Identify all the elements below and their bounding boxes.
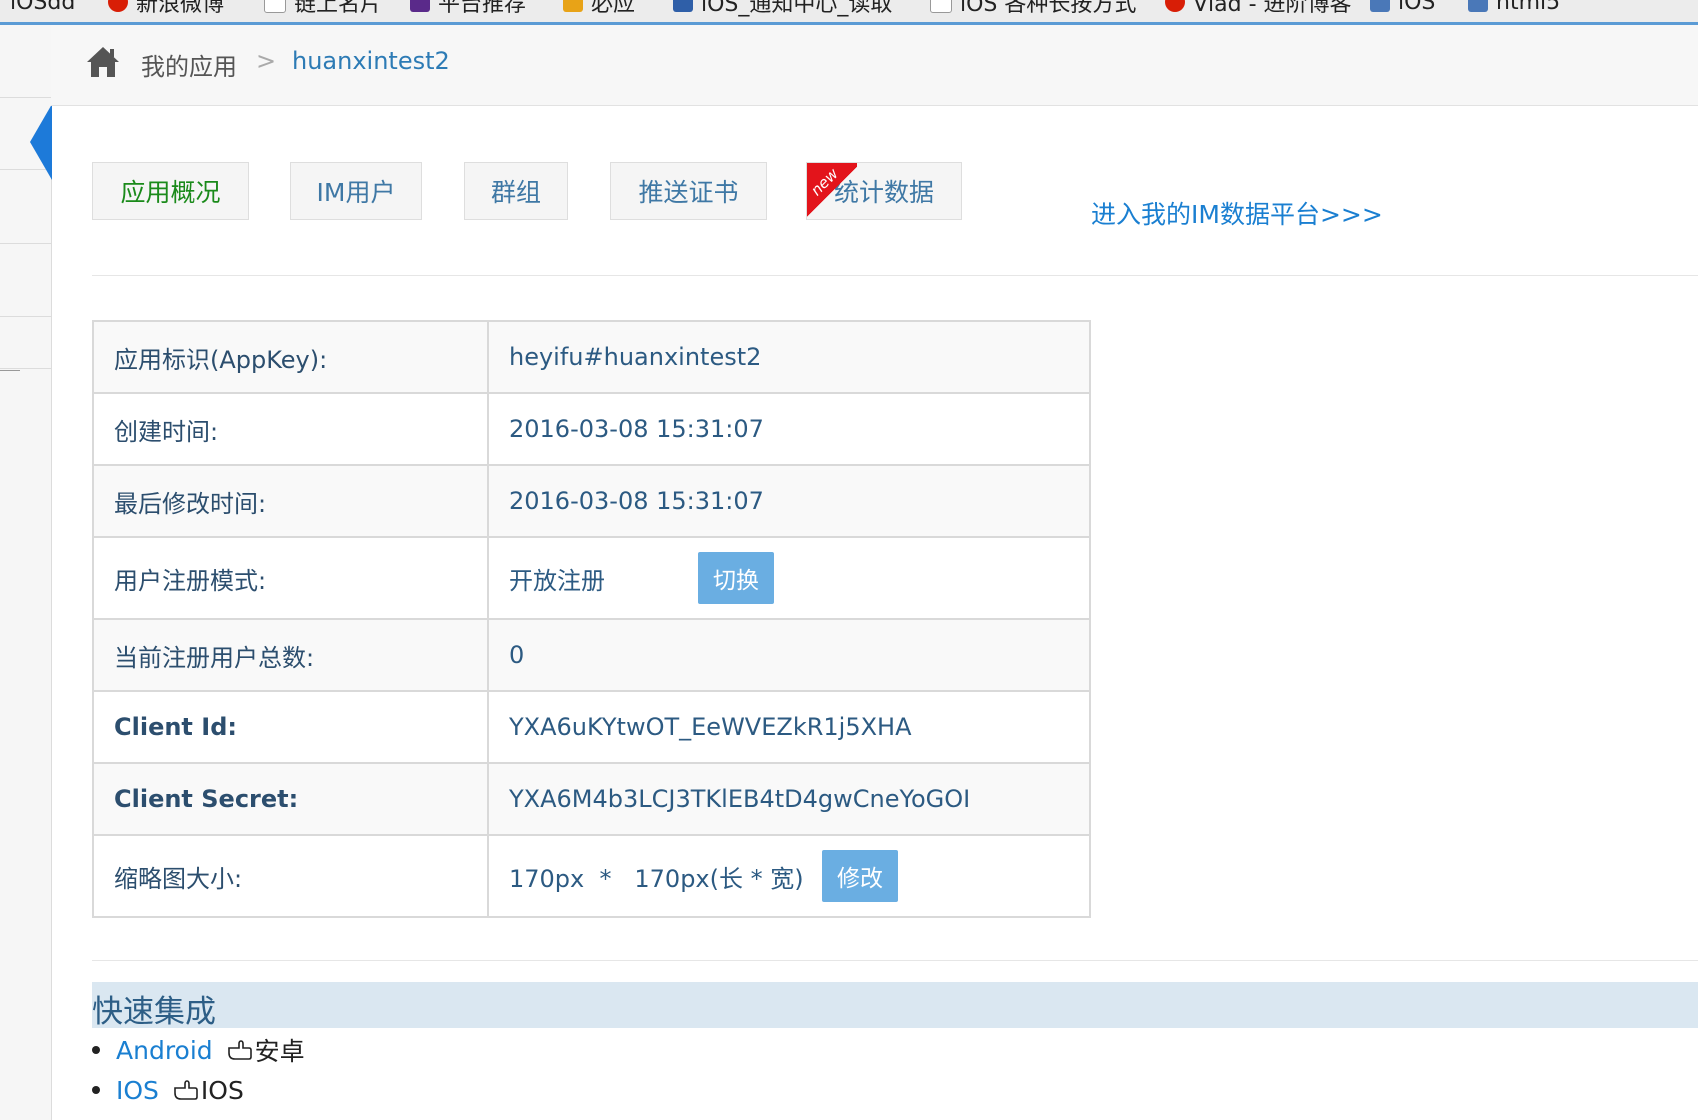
sidebar-active-indicator-icon xyxy=(30,104,52,180)
breadcrumb-my-apps[interactable]: 我的应用 xyxy=(141,47,237,82)
android-note: 安卓 xyxy=(254,1037,305,1066)
im-data-platform-link[interactable]: 进入我的IM数据平台>>> xyxy=(1091,195,1383,231)
bing-icon xyxy=(563,0,583,12)
tab-statistics[interactable]: new 统计数据 xyxy=(806,162,962,221)
client-id-value: YXA6uKYtwOT_EeWVEZkR1j5XHA xyxy=(487,690,1091,764)
table-row: 应用标识(AppKey): heyifu#huanxintest2 xyxy=(92,320,1091,394)
modified-time-label: 最后修改时间: xyxy=(92,464,489,538)
home-icon[interactable] xyxy=(85,45,121,79)
page-icon xyxy=(264,0,286,13)
list-item: IOS IOS xyxy=(92,1074,244,1106)
new-badge: new xyxy=(807,163,857,221)
tab-groups[interactable]: 群组 xyxy=(464,162,568,220)
bookmark[interactable]: Vlad - 进阶博客 xyxy=(1165,0,1352,17)
client-secret-value: YXA6M4b3LCJ3TKlEB4tD4gwCneYoGOI xyxy=(487,762,1091,836)
bookmark[interactable]: iOSdd xyxy=(10,0,75,15)
appkey-label: 应用标识(AppKey): xyxy=(92,320,489,394)
pointing-hand-icon xyxy=(174,1080,198,1100)
modify-button[interactable]: 修改 xyxy=(822,850,898,902)
registration-mode-label: 用户注册模式: xyxy=(92,536,489,620)
breadcrumb-current-app[interactable]: huanxintest2 xyxy=(292,47,450,75)
tab-overview[interactable]: 应用概况 xyxy=(92,162,249,220)
breadcrumb: 我的应用 > huanxintest2 xyxy=(51,25,1698,106)
doc-icon xyxy=(673,0,693,12)
folder-icon xyxy=(1370,0,1390,12)
sidebar-divider xyxy=(0,97,51,98)
table-row: 缩略图大小: 170px * 170px(长 * 宽) 修改 xyxy=(92,834,1091,918)
section-divider xyxy=(92,960,1698,961)
bullet-icon xyxy=(92,1086,100,1094)
bookmarks-bar: iOSdd 新浪微博 链上名片 平台推荐 必应 iOS_通知中心_读取 iOS … xyxy=(0,0,1698,25)
table-row: 最后修改时间: 2016-03-08 15:31:07 xyxy=(92,464,1091,538)
created-time-label: 创建时间: xyxy=(92,392,489,466)
tab-im-users[interactable]: IM用户 xyxy=(290,162,422,220)
table-row: Client Id: YXA6uKYtwOT_EeWVEZkR1j5XHA xyxy=(92,690,1091,764)
user-count-label: 当前注册用户总数: xyxy=(92,618,489,692)
client-secret-label: Client Secret: xyxy=(92,762,489,836)
table-row: 当前注册用户总数: 0 xyxy=(92,618,1091,692)
bullet-icon xyxy=(92,1046,100,1054)
blog-icon xyxy=(1165,0,1185,12)
registration-mode-value: 开放注册 xyxy=(509,566,605,595)
bookmark[interactable]: iOS_通知中心_读取 xyxy=(673,0,892,17)
sidebar-divider xyxy=(0,316,51,317)
registration-mode-cell: 开放注册 切换 xyxy=(487,536,1091,620)
table-row: 用户注册模式: 开放注册 切换 xyxy=(92,536,1091,620)
bookmark[interactable]: 新浪微博 xyxy=(108,0,224,17)
android-link[interactable]: Android xyxy=(116,1036,213,1065)
bookmark[interactable]: iOS 各种长按方式 xyxy=(930,0,1136,17)
ios-note: IOS xyxy=(200,1075,244,1105)
switch-button[interactable]: 切换 xyxy=(698,552,774,604)
thumbnail-size-cell: 170px * 170px(长 * 宽) 修改 xyxy=(487,834,1091,918)
bookmark[interactable]: 必应 xyxy=(563,0,635,17)
app-info-table: 应用标识(AppKey): heyifu#huanxintest2 创建时间: … xyxy=(92,320,1091,918)
sidebar-divider xyxy=(0,243,51,244)
folder-icon xyxy=(1468,0,1488,12)
sidebar-divider xyxy=(0,368,51,369)
weibo-icon xyxy=(108,0,128,12)
bookmark[interactable]: 平台推荐 xyxy=(410,0,526,17)
bookmark[interactable]: iOS xyxy=(1370,0,1435,15)
ios-link[interactable]: IOS xyxy=(116,1076,159,1105)
modified-time-value: 2016-03-08 15:31:07 xyxy=(487,464,1091,538)
appkey-value: heyifu#huanxintest2 xyxy=(487,320,1091,394)
client-id-label: Client Id: xyxy=(92,690,489,764)
thumbnail-size-value: 170px * 170px(长 * 宽) xyxy=(509,864,804,893)
quick-integration-header: 快速集成 xyxy=(92,982,1698,1030)
section-divider xyxy=(92,275,1698,276)
created-time-value: 2016-03-08 15:31:07 xyxy=(487,392,1091,466)
list-item: Android 安卓 xyxy=(92,1034,305,1066)
yahoo-icon xyxy=(410,0,430,12)
sidebar-divider xyxy=(0,370,20,371)
breadcrumb-separator-icon: > xyxy=(256,47,277,75)
pointing-hand-icon xyxy=(227,1040,252,1060)
page-icon xyxy=(930,0,952,13)
thumbnail-size-label: 缩略图大小: xyxy=(92,834,489,918)
quick-integration-title: 快速集成 xyxy=(92,994,216,1030)
left-sidebar xyxy=(0,25,52,1120)
tab-push-certificates[interactable]: 推送证书 xyxy=(610,162,767,220)
table-row: Client Secret: YXA6M4b3LCJ3TKlEB4tD4gwCn… xyxy=(92,762,1091,836)
user-count-value: 0 xyxy=(487,618,1091,692)
table-row: 创建时间: 2016-03-08 15:31:07 xyxy=(92,392,1091,466)
bookmark[interactable]: html5 xyxy=(1468,0,1560,15)
bookmark[interactable]: 链上名片 xyxy=(264,0,382,17)
